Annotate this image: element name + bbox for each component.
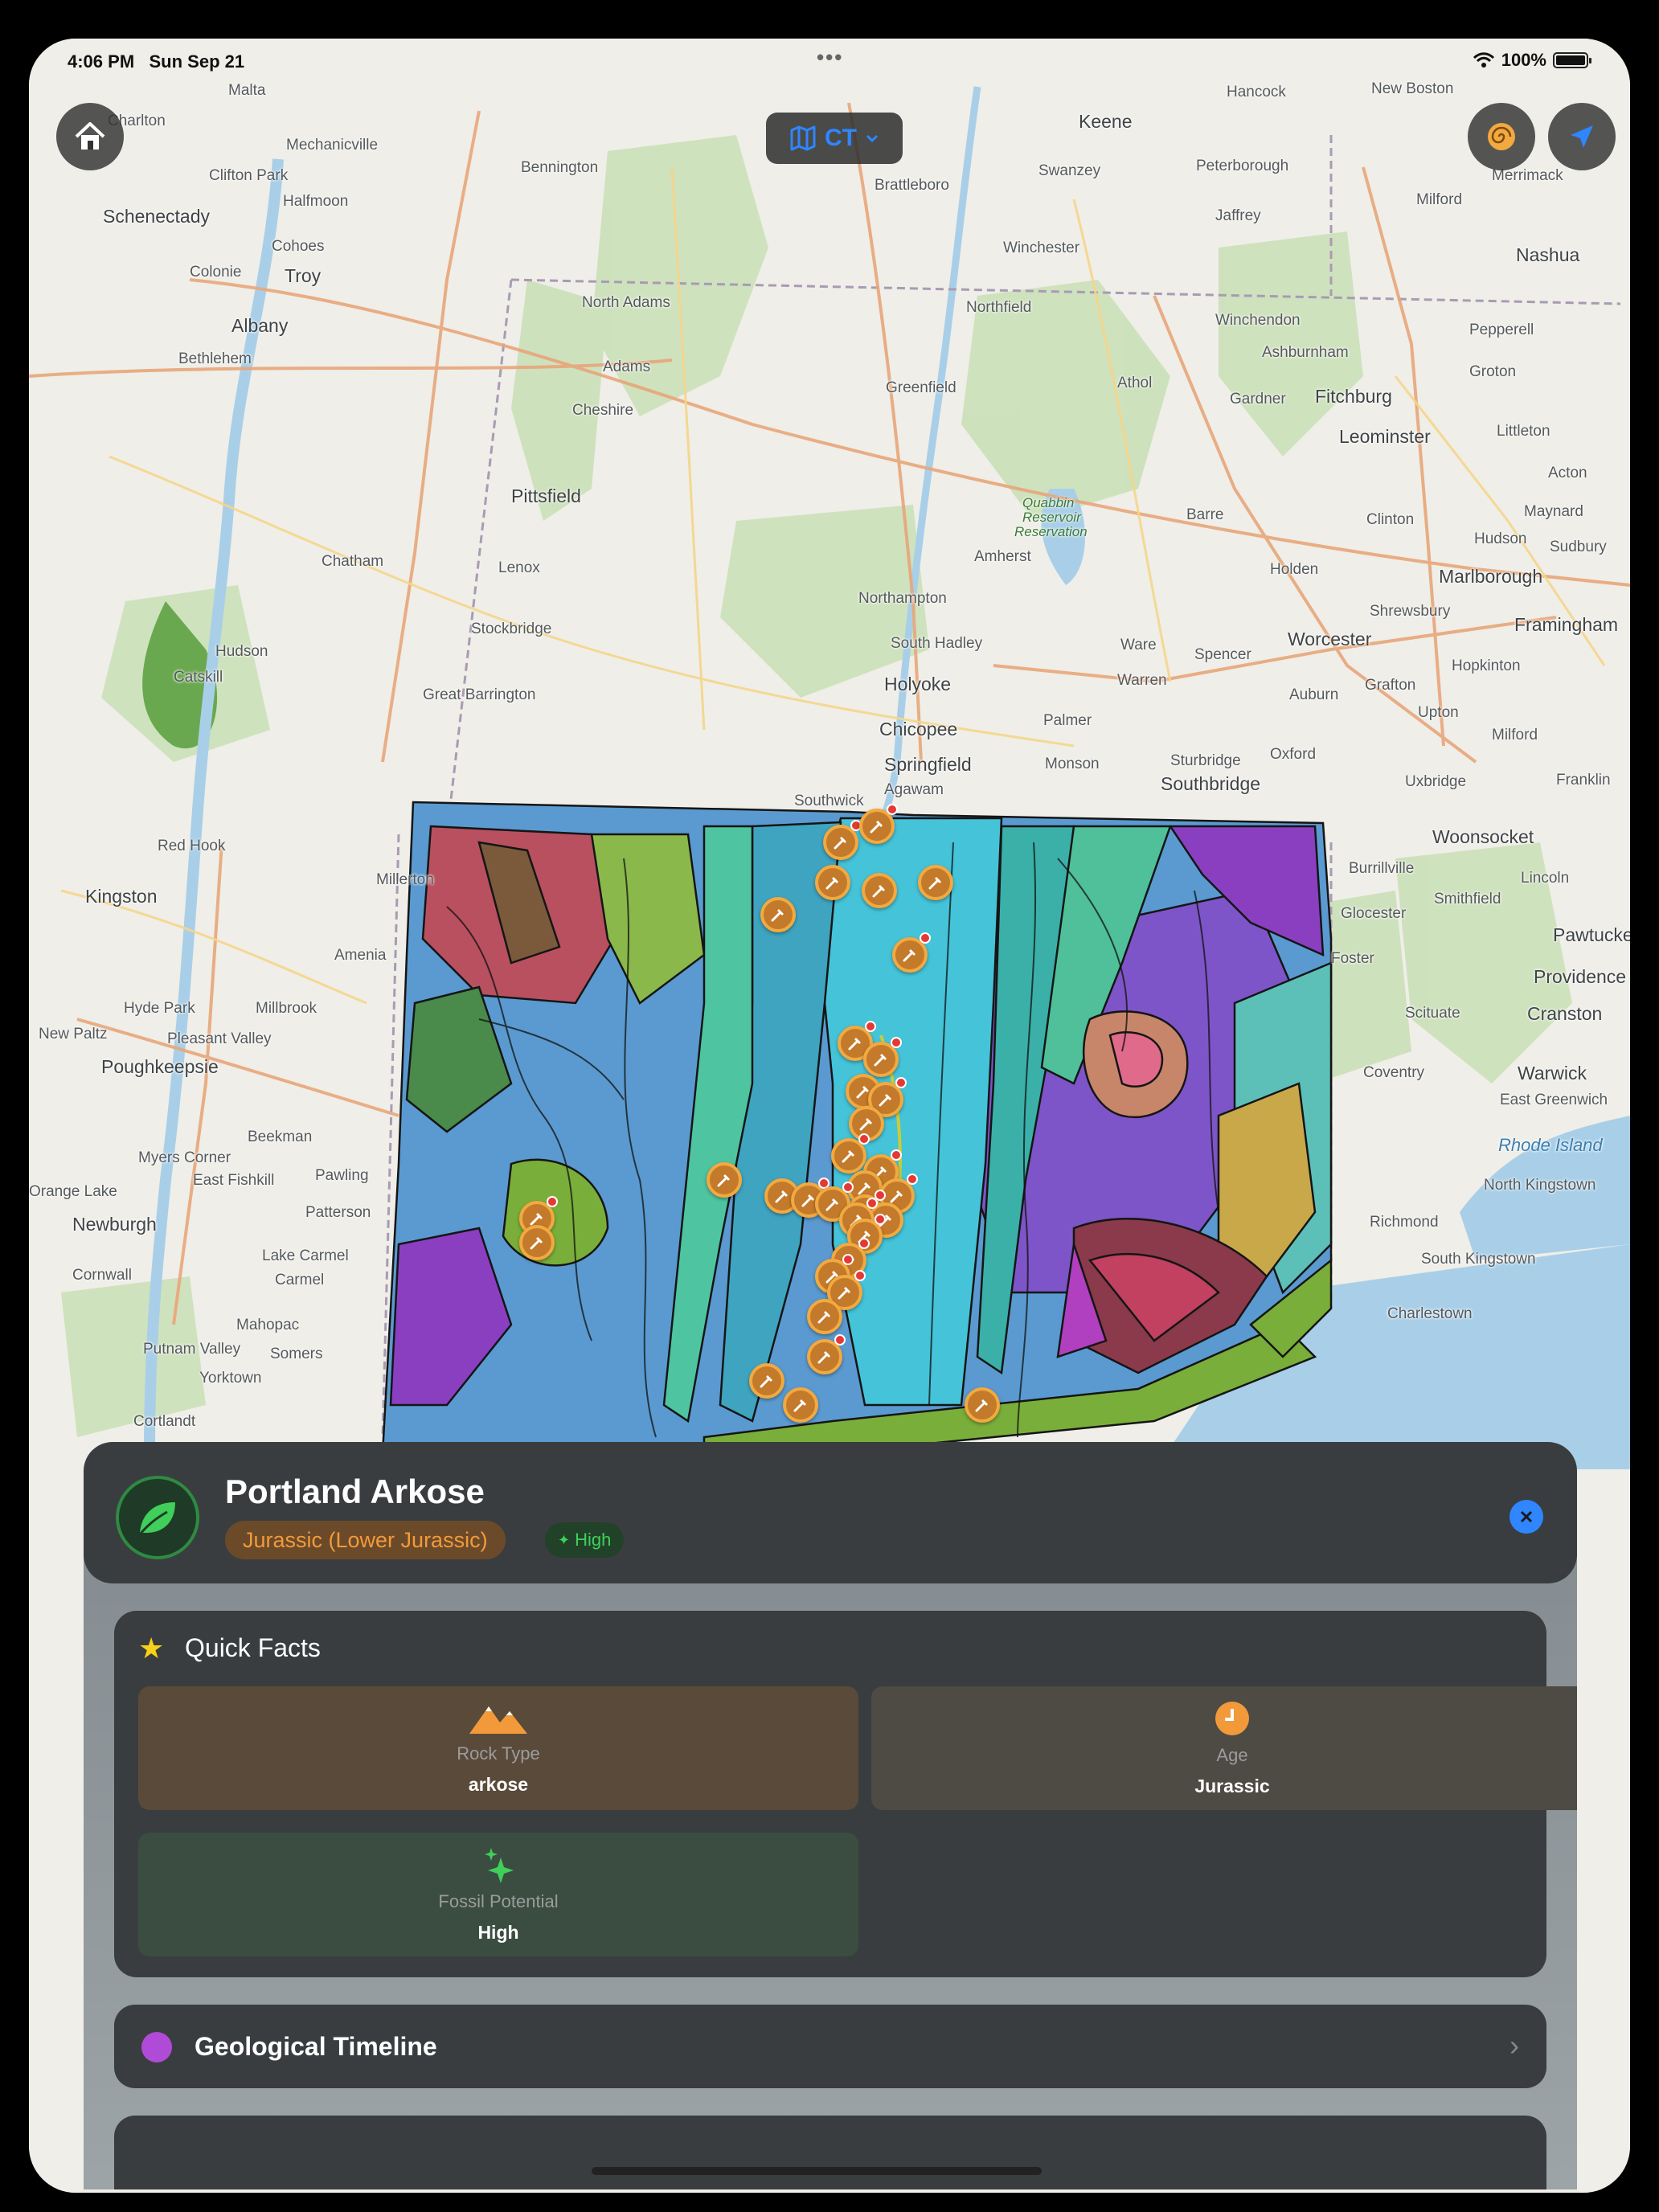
location-arrow-icon <box>1571 125 1593 148</box>
fact-label: Fossil Potential <box>438 1890 559 1911</box>
hammer-icon <box>530 1237 543 1250</box>
hammer-icon <box>874 1054 887 1067</box>
hammer-icon <box>817 1311 830 1324</box>
hammer-icon <box>848 1038 861 1051</box>
fossil-site-marker[interactable] <box>760 897 796 932</box>
hammer-icon <box>870 821 883 834</box>
new-find-dot <box>907 1174 918 1185</box>
formation-header: Portland Arkose Jurassic (Lower Jurassic… <box>84 1442 1577 1583</box>
new-find-dot <box>858 1133 870 1145</box>
leaf-icon <box>138 1502 175 1535</box>
geological-timeline-row[interactable]: Geological Timeline › <box>114 2005 1546 2088</box>
clock-icon <box>1215 1701 1249 1735</box>
quick-facts-card: ★ Quick Facts Rock Type arkose Age Juras… <box>114 1611 1577 1977</box>
battery-icon <box>1553 52 1591 68</box>
hammer-icon <box>975 1399 988 1412</box>
fossil-site-marker[interactable] <box>707 1162 742 1198</box>
battery-percent: 100% <box>1501 50 1546 70</box>
chevron-right-icon: › <box>1509 2029 1519 2062</box>
device-screen: Malta Charlton Mechanicville Clifton Par… <box>29 39 1630 2193</box>
status-bar: 4:06 PM Sun Sep 21 ••• 100% <box>29 45 1630 77</box>
hammer-icon <box>928 877 941 890</box>
fossil-site-marker[interactable] <box>862 873 897 908</box>
fact-value: Jurassic <box>1194 1775 1270 1796</box>
era-chip: Jurassic (Lower Jurassic) <box>225 1521 506 1559</box>
fact-value: arkose <box>468 1773 529 1795</box>
hammer-icon <box>838 1287 850 1300</box>
close-icon <box>1520 1510 1533 1523</box>
region-label: CT <box>825 125 857 151</box>
fossil-site-marker[interactable] <box>918 865 953 900</box>
hammer-icon <box>859 1118 872 1131</box>
hammer-icon <box>872 885 885 898</box>
fossil-site-marker[interactable] <box>815 865 850 900</box>
wifi-icon <box>1473 52 1494 68</box>
hammer-icon <box>903 949 916 962</box>
fossil-site-marker[interactable] <box>749 1363 784 1399</box>
fossil-site-marker[interactable] <box>519 1225 555 1260</box>
multitask-dots[interactable]: ••• <box>817 45 843 70</box>
map-icon <box>790 125 816 151</box>
hammer-icon <box>825 1198 838 1211</box>
fossil-chip: ✦ High <box>545 1522 625 1558</box>
hammer-icon <box>842 1150 854 1163</box>
fact-label: Age <box>1216 1744 1248 1765</box>
timeline-clock-icon <box>141 2032 172 2062</box>
new-find-dot <box>865 1021 876 1032</box>
new-find-dot <box>891 1149 902 1161</box>
fossil-site-marker[interactable] <box>807 1299 842 1334</box>
sparkles-icon <box>485 1847 514 1883</box>
hammer-icon <box>834 837 846 850</box>
fossil-site-marker[interactable] <box>783 1387 818 1423</box>
hammer-icon <box>717 1174 730 1187</box>
new-find-dot <box>547 1196 558 1207</box>
new-find-dot <box>866 1198 878 1209</box>
ammonite-icon <box>1488 123 1515 150</box>
hammer-icon <box>793 1399 806 1412</box>
chevron-down-icon <box>866 134 879 143</box>
hammer-icon <box>825 877 838 890</box>
new-find-dot <box>858 1238 870 1249</box>
new-find-dot <box>895 1077 907 1088</box>
status-time: 4:06 PM Sun Sep 21 <box>68 51 245 72</box>
new-find-dot <box>875 1214 886 1225</box>
fossil-chip-label: High <box>575 1530 612 1550</box>
quick-facts-title: Quick Facts <box>185 1633 321 1662</box>
sparkle-icon: ✦ <box>558 1532 571 1548</box>
hammer-icon <box>879 1094 891 1107</box>
formation-title: Portland Arkose <box>225 1473 485 1510</box>
house-icon <box>75 122 105 150</box>
fact-age: Age Jurassic <box>871 1686 1577 1810</box>
fossil-filter-button[interactable] <box>1468 103 1535 170</box>
home-indicator[interactable] <box>592 2167 1042 2175</box>
new-find-dot <box>842 1254 854 1265</box>
hammer-icon <box>760 1375 772 1388</box>
formation-detail-sheet[interactable]: Portland Arkose Jurassic (Lower Jurassic… <box>84 1442 1577 2189</box>
fossil-site-marker[interactable] <box>965 1387 1000 1423</box>
region-picker-button[interactable]: CT <box>766 113 903 164</box>
close-button[interactable] <box>1509 1500 1543 1534</box>
fact-fossil-potential: Fossil Potential High <box>138 1833 858 1956</box>
new-find-dot <box>834 1334 846 1346</box>
locate-me-button[interactable] <box>1548 103 1616 170</box>
mountains-icon <box>469 1706 527 1734</box>
fact-rock-type: Rock Type arkose <box>138 1686 858 1810</box>
fact-label: Rock Type <box>457 1743 540 1763</box>
star-icon: ★ <box>138 1632 165 1665</box>
timeline-label: Geological Timeline <box>195 2032 437 2061</box>
new-find-dot <box>920 932 931 944</box>
new-find-dot <box>887 804 898 815</box>
new-find-dot <box>842 1182 854 1193</box>
home-button[interactable] <box>56 103 124 170</box>
hammer-icon <box>771 909 784 922</box>
next-section-card[interactable] <box>114 2116 1546 2189</box>
hammer-icon <box>817 1351 830 1364</box>
new-find-dot <box>854 1270 866 1281</box>
hammer-icon <box>775 1190 788 1203</box>
formation-badge <box>116 1476 199 1559</box>
fact-value: High <box>477 1921 519 1943</box>
new-find-dot <box>891 1037 902 1048</box>
